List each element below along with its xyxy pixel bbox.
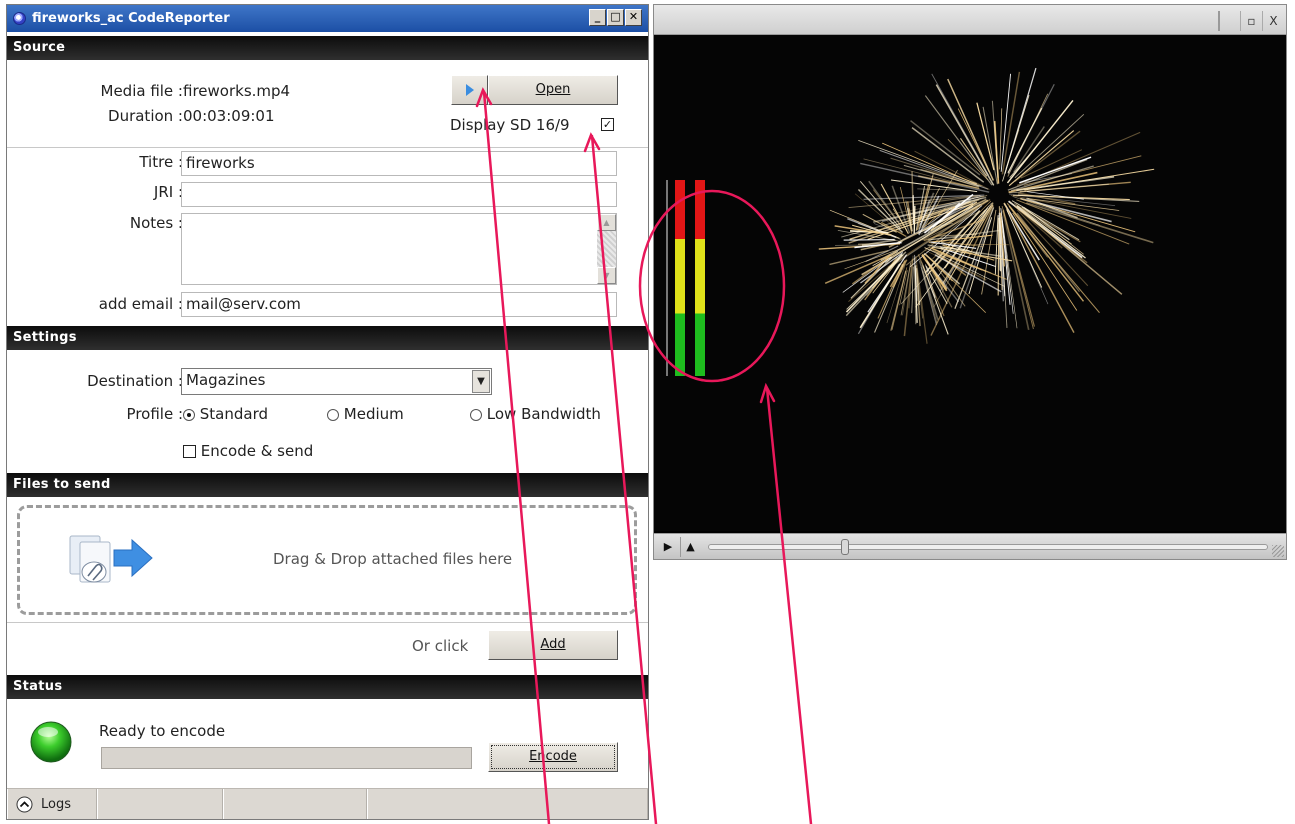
code-reporter-window: fireworks_ac CodeReporter _ □ ✕ Source M… bbox=[6, 4, 649, 820]
minimize-button[interactable]: _ bbox=[589, 9, 606, 26]
add-button[interactable]: Add bbox=[488, 630, 618, 660]
logs-toggle[interactable]: Logs bbox=[7, 789, 97, 819]
jri-input[interactable] bbox=[181, 182, 617, 207]
profile-option-medium[interactable]: Medium bbox=[327, 405, 404, 423]
maximize-button[interactable]: □ bbox=[607, 9, 624, 26]
close-button[interactable]: ✕ bbox=[625, 9, 642, 26]
email-label: add email : bbox=[98, 295, 183, 313]
status-cell-2 bbox=[97, 789, 223, 819]
audio-meter-left bbox=[675, 180, 685, 376]
scroll-down-arrow-icon[interactable]: ▼ bbox=[597, 267, 616, 284]
chevron-up-icon[interactable] bbox=[16, 796, 33, 813]
low-bandwidth-radio-icon[interactable] bbox=[470, 408, 482, 421]
resize-grip-icon[interactable] bbox=[1272, 545, 1284, 557]
title-bar: fireworks_ac CodeReporter _ □ ✕ bbox=[7, 5, 648, 32]
source-divider bbox=[7, 147, 648, 148]
settings-header: Settings bbox=[7, 326, 648, 350]
spark bbox=[913, 205, 916, 234]
scroll-up-arrow-icon[interactable]: ▲ bbox=[597, 214, 616, 231]
media-file-label: Media file : bbox=[100, 82, 184, 100]
dropdown-arrow-icon[interactable]: ▼ bbox=[472, 370, 490, 393]
encode-progress-bar bbox=[101, 747, 472, 769]
status-cell-3 bbox=[223, 789, 367, 819]
audio-meter-right bbox=[695, 180, 705, 376]
files-header: Files to send bbox=[7, 473, 648, 497]
play-preview-button[interactable] bbox=[451, 75, 488, 105]
drop-zone-text: Drag & Drop attached files here bbox=[273, 550, 513, 568]
encode-send-option[interactable]: Encode & send bbox=[183, 442, 313, 460]
notes-textarea[interactable] bbox=[181, 213, 617, 285]
medium-label: Medium bbox=[343, 405, 404, 423]
vu-scale bbox=[666, 180, 668, 376]
seek-bar[interactable] bbox=[708, 539, 1268, 555]
destination-value: Magazines bbox=[186, 371, 266, 389]
standard-radio-icon[interactable] bbox=[183, 408, 195, 421]
duration-label: Duration : bbox=[108, 107, 183, 125]
player-title-bar: ▫ X bbox=[654, 5, 1286, 35]
notes-label: Notes : bbox=[129, 214, 183, 232]
video-frame[interactable] bbox=[654, 35, 1286, 531]
restore-button[interactable]: ▫ bbox=[1240, 11, 1262, 31]
player-close-button[interactable]: X bbox=[1262, 11, 1284, 31]
video-player-window: ▫ X ▶ ▲ bbox=[653, 4, 1287, 560]
files-divider bbox=[7, 622, 648, 623]
notes-scrollbar[interactable]: ▲ ▼ bbox=[597, 214, 616, 284]
destination-select[interactable]: Magazines ▼ bbox=[181, 368, 492, 395]
player-controls: ▶ ▲ bbox=[654, 533, 1286, 559]
display-sd-checkbox[interactable]: ✓ bbox=[601, 118, 614, 131]
medium-radio-icon[interactable] bbox=[327, 408, 339, 421]
encode-button-label: Encode bbox=[529, 749, 577, 764]
profile-option-low-bandwidth[interactable]: Low Bandwidth bbox=[470, 405, 620, 423]
display-sd-label: Display SD 16/9 bbox=[450, 116, 570, 134]
logs-label: Logs bbox=[41, 796, 71, 812]
open-button[interactable]: Open bbox=[488, 75, 618, 105]
email-input[interactable]: mail@serv.com bbox=[181, 292, 617, 317]
encode-send-label: Encode & send bbox=[200, 442, 314, 460]
duration-value: 00:03:09:01 bbox=[183, 107, 275, 125]
titre-input[interactable]: fireworks bbox=[181, 151, 617, 176]
spark bbox=[843, 238, 895, 241]
app-logo-icon bbox=[13, 12, 26, 25]
encode-button[interactable]: Encode bbox=[488, 742, 618, 772]
low-bandwidth-label: Low Bandwidth bbox=[486, 405, 601, 423]
seek-thumb[interactable] bbox=[841, 539, 849, 555]
status-header: Status bbox=[7, 675, 648, 699]
status-bar: Logs bbox=[7, 788, 648, 819]
titre-label: Titre : bbox=[139, 153, 183, 171]
status-indicator-icon bbox=[30, 721, 72, 763]
window-title: fireworks_ac CodeReporter bbox=[32, 11, 230, 26]
player-grip bbox=[1218, 11, 1240, 31]
player-play-button[interactable]: ▶ bbox=[658, 537, 678, 557]
profile-label: Profile : bbox=[126, 405, 183, 423]
status-message: Ready to encode bbox=[99, 722, 226, 740]
attach-files-icon bbox=[69, 535, 153, 583]
or-click-label: Or click bbox=[412, 637, 469, 655]
add-button-label: Add bbox=[540, 637, 566, 652]
profile-option-standard[interactable]: Standard bbox=[183, 405, 268, 423]
play-icon bbox=[465, 83, 474, 96]
jri-label: JRI : bbox=[153, 183, 183, 201]
destination-label: Destination : bbox=[87, 372, 183, 390]
media-file-value: fireworks.mp4 bbox=[183, 82, 291, 100]
source-header: Source bbox=[7, 36, 648, 60]
open-button-label: Open bbox=[535, 82, 571, 97]
status-cell-4 bbox=[367, 789, 648, 819]
standard-label: Standard bbox=[199, 405, 269, 423]
player-eject-button[interactable]: ▲ bbox=[680, 537, 700, 557]
file-drop-zone[interactable]: Drag & Drop attached files here bbox=[17, 505, 637, 615]
encode-send-checkbox[interactable] bbox=[183, 445, 196, 458]
